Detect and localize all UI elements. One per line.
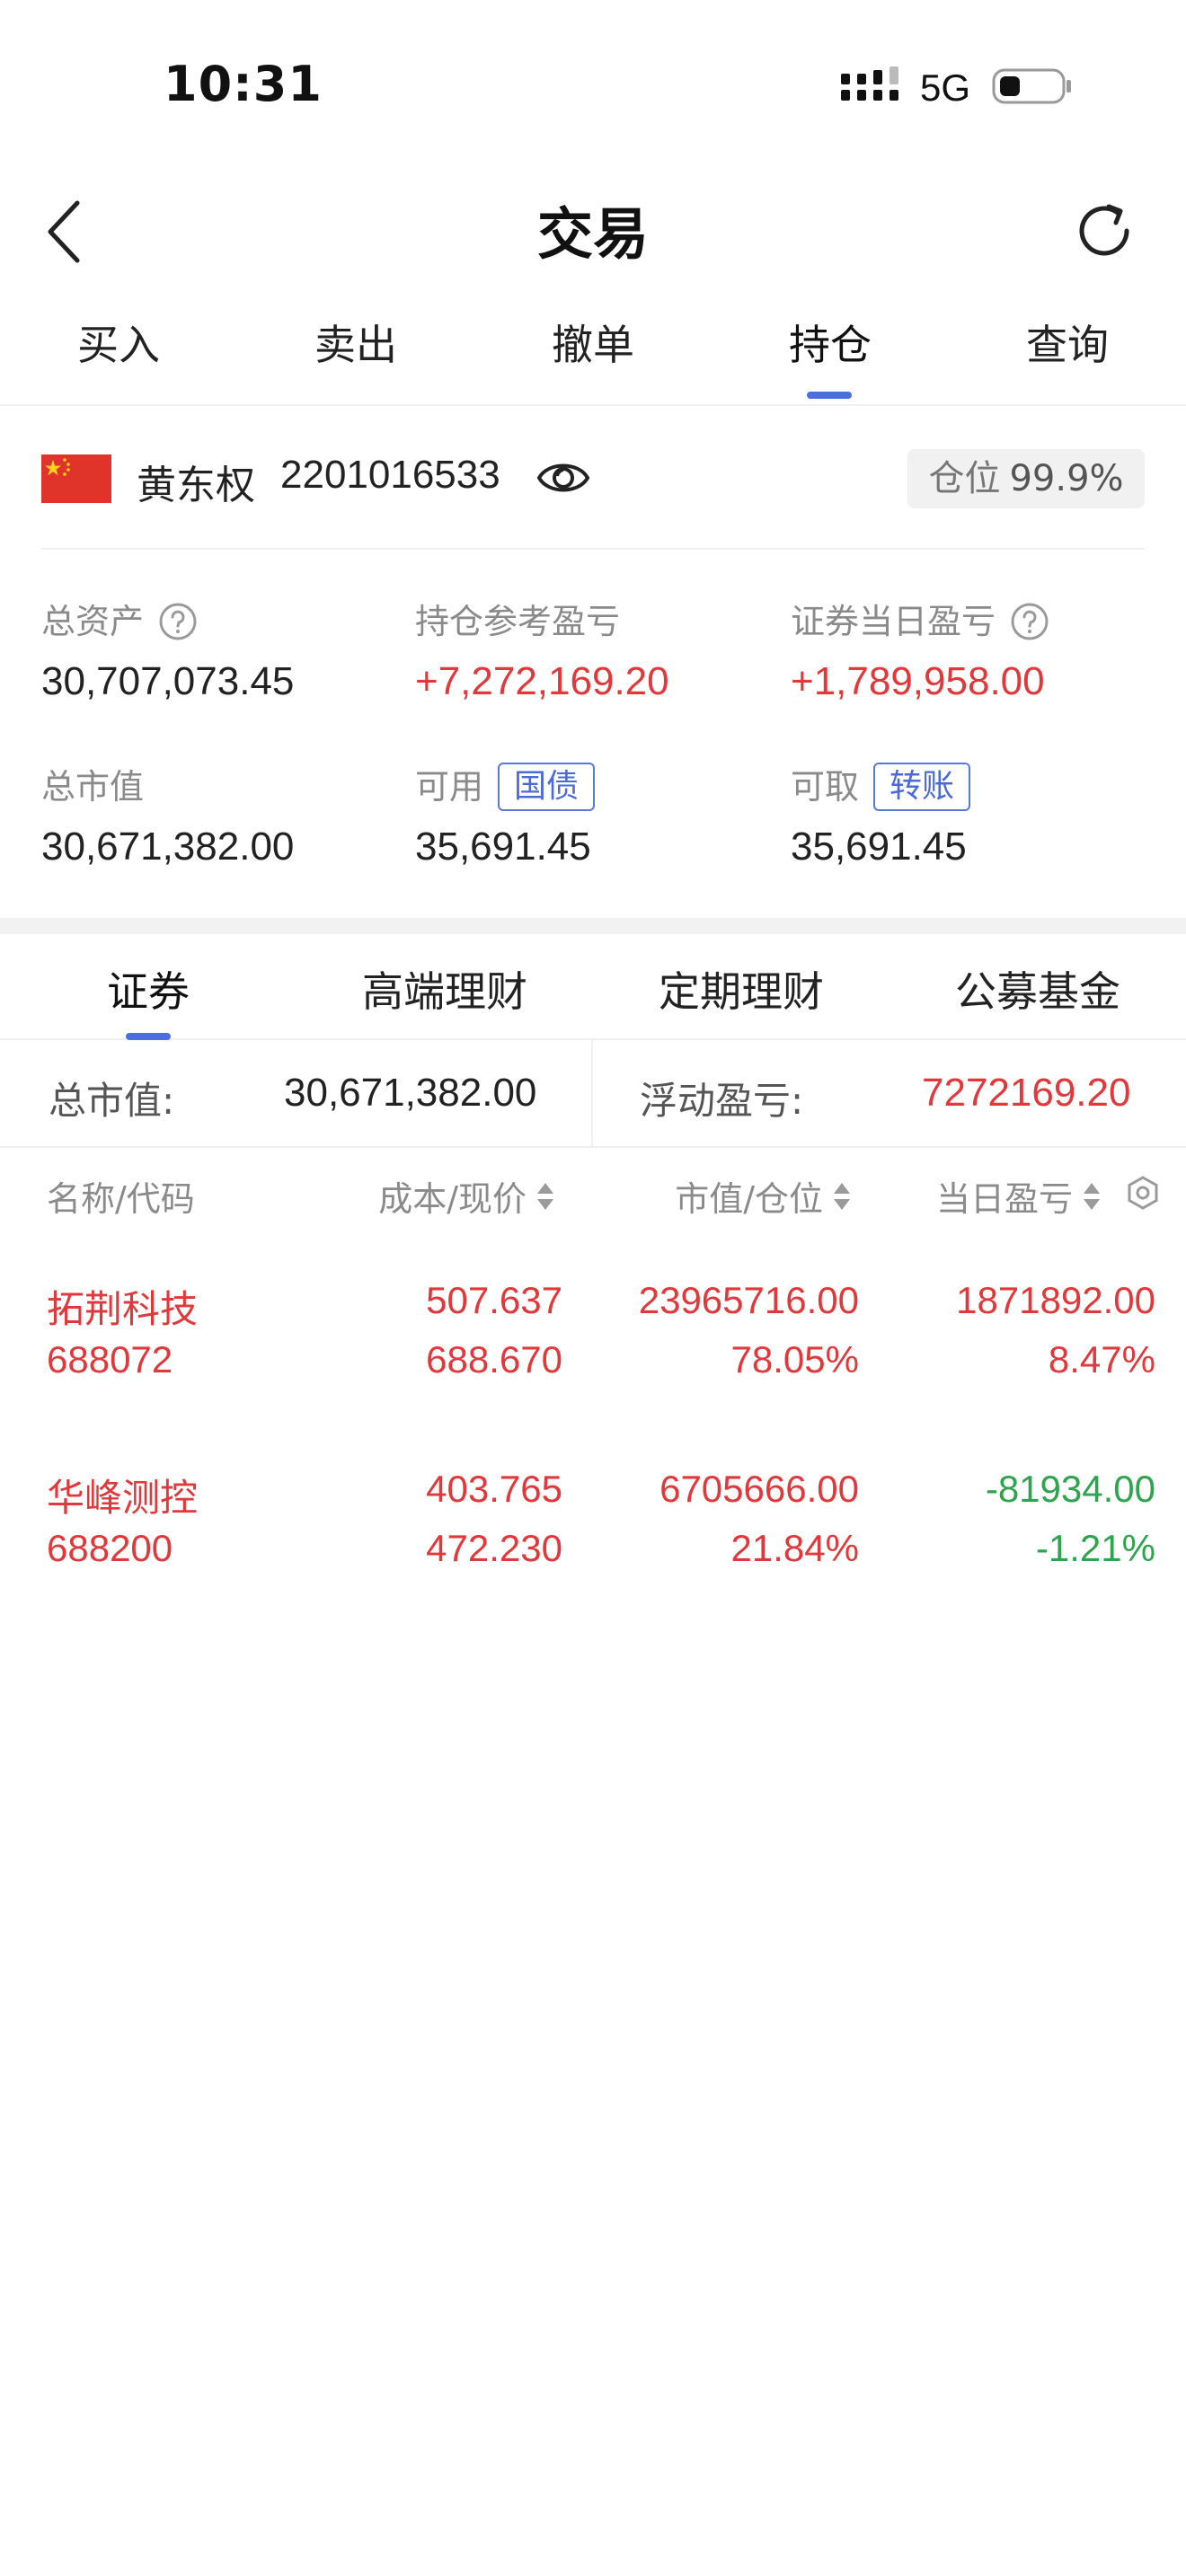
market-value-cell: 总市值 30,671,382.00 (41, 762, 419, 869)
position-value: 99.9% (1009, 458, 1124, 499)
trade-tabs: 买入 卖出 撤单 持仓 查询 (0, 296, 1186, 406)
tab-cancel-order[interactable]: 撤单 (474, 313, 712, 372)
floating-pnl-value: 7272169.20 (922, 1071, 1131, 1115)
holding-pnl-cell: 持仓参考盈亏 +7,272,169.20 (415, 596, 792, 704)
position-label: 仓位 (928, 458, 1001, 499)
status-time: 10:31 (164, 56, 323, 112)
trading-page: 10:31 5G 交易 买入 卖出 撤单 持仓 查询 黄东权 220101653… (0, 0, 1186, 2576)
daily-pnl-percent: 8.47% (1048, 1338, 1155, 1381)
position-ratio: 78.05% (730, 1338, 859, 1381)
help-icon[interactable] (158, 602, 198, 641)
holding-pnl-label: 持仓参考盈亏 (415, 602, 621, 641)
product-tabs: 证券 高端理财 定期理财 公募基金 (0, 934, 1186, 1040)
tab-holdings[interactable]: 持仓 (712, 313, 949, 372)
column-cost-price-label: 成本/现价 (378, 1179, 527, 1219)
withdrawable-cell: 可取 转账 35,691.45 (791, 762, 1168, 869)
section-separator (0, 918, 1186, 934)
tab-securities[interactable]: 证券 (0, 959, 296, 1019)
column-value-position-label: 市值/仓位 (675, 1179, 823, 1219)
column-daily-pnl[interactable]: 当日盈亏 (936, 1171, 1102, 1221)
withdrawable-label: 可取 (791, 767, 860, 807)
divider (41, 548, 1145, 550)
treasury-bond-button[interactable]: 国债 (498, 763, 596, 811)
active-tab-indicator (807, 392, 852, 399)
daily-pnl-cell: 证券当日盈亏 +1,789,958.00 (791, 596, 1168, 704)
daily-pnl: 1871892.00 (956, 1279, 1155, 1321)
active-subtab-indicator (126, 1033, 171, 1040)
market-value: 6705666.00 (659, 1468, 859, 1510)
available-value: 35,691.45 (415, 825, 591, 869)
account-row: 黄东权 2201016533 仓位 99.9% (0, 406, 1186, 550)
daily-pnl-label: 证券当日盈亏 (791, 602, 996, 641)
holding-row[interactable]: 华峰测控 688200 403.765 472.230 6705666.00 2… (0, 1446, 1186, 1635)
account-holder-name: 黄东权 (137, 463, 255, 508)
stock-name: 华峰测控 (47, 1476, 199, 1520)
network-type: 5G (920, 66, 971, 109)
signal-icon (841, 66, 898, 101)
column-name-code: 名称/代码 (47, 1171, 195, 1221)
cost-price: 507.637 (426, 1279, 562, 1321)
position-ratio-badge: 仓位 99.9% (907, 449, 1145, 508)
available-label: 可用 (415, 767, 484, 807)
tab-public-funds[interactable]: 公募基金 (890, 959, 1186, 1019)
floating-pnl-label: 浮动盈亏: (640, 1079, 804, 1123)
daily-pnl: -81934.00 (985, 1468, 1155, 1510)
cost-price: 403.765 (426, 1468, 562, 1510)
daily-pnl-percent: -1.21% (1035, 1527, 1155, 1569)
totals-market-value-label: 总市值: (49, 1079, 175, 1123)
market-value-label: 总市值 (41, 767, 145, 807)
sort-icon (537, 1182, 553, 1210)
page-title: 交易 (536, 201, 649, 267)
status-bar: 10:31 5G (0, 0, 1186, 171)
help-icon[interactable] (1010, 602, 1049, 641)
holding-row[interactable]: 拓荆科技 688072 507.637 688.670 23965716.00 … (0, 1257, 1186, 1446)
nav-header: 交易 (0, 171, 1186, 287)
asset-summary: 总资产 30,707,073.45 持仓参考盈亏 +7,272,169.20 证… (0, 575, 1186, 898)
tab-buy[interactable]: 买入 (0, 313, 237, 372)
available-cell: 可用 国债 35,691.45 (415, 762, 792, 869)
daily-pnl-value: +1,789,958.00 (791, 659, 1045, 703)
position-ratio: 21.84% (730, 1527, 859, 1569)
totals-market-value: 30,671,382.00 (284, 1071, 537, 1115)
divider (591, 1040, 593, 1148)
sort-icon (834, 1182, 850, 1210)
settings-hexagon-icon[interactable] (1125, 1175, 1161, 1211)
current-price: 688.670 (426, 1338, 562, 1381)
total-assets-cell: 总资产 30,707,073.45 (41, 596, 419, 704)
market-value: 23965716.00 (638, 1279, 859, 1321)
stock-code: 688072 (47, 1338, 173, 1381)
column-value-position[interactable]: 市值/仓位 (675, 1171, 852, 1221)
total-assets-value: 30,707,073.45 (41, 659, 295, 703)
market-value-value: 30,671,382.00 (41, 825, 295, 869)
eye-icon[interactable] (535, 454, 591, 501)
transfer-button[interactable]: 转账 (873, 763, 971, 811)
sort-icon (1084, 1182, 1100, 1210)
stock-name: 拓荆科技 (47, 1287, 199, 1331)
china-flag-icon (41, 454, 111, 503)
tab-sell[interactable]: 卖出 (237, 313, 474, 372)
total-assets-label: 总资产 (41, 602, 145, 641)
refresh-icon[interactable] (1069, 196, 1139, 266)
current-price: 472.230 (426, 1527, 562, 1569)
holdings-column-headers: 名称/代码 成本/现价 市值/仓位 当日盈亏 (0, 1148, 1186, 1238)
stock-code: 688200 (47, 1527, 173, 1569)
holdings-totals: 总市值: 30,671,382.00 浮动盈亏: 7272169.20 (0, 1040, 1186, 1148)
column-name-code-label: 名称/代码 (47, 1179, 195, 1219)
tab-premium-wealth[interactable]: 高端理财 (296, 959, 593, 1019)
battery-icon (992, 68, 1071, 104)
column-cost-price[interactable]: 成本/现价 (378, 1171, 555, 1221)
holding-pnl-value: +7,272,169.20 (415, 659, 669, 703)
withdrawable-value: 35,691.45 (791, 825, 967, 869)
column-daily-pnl-label: 当日盈亏 (935, 1179, 1073, 1219)
tab-query[interactable]: 查询 (949, 313, 1186, 372)
tab-fixed-term-wealth[interactable]: 定期理财 (593, 959, 890, 1019)
account-number: 2201016533 (280, 453, 500, 497)
